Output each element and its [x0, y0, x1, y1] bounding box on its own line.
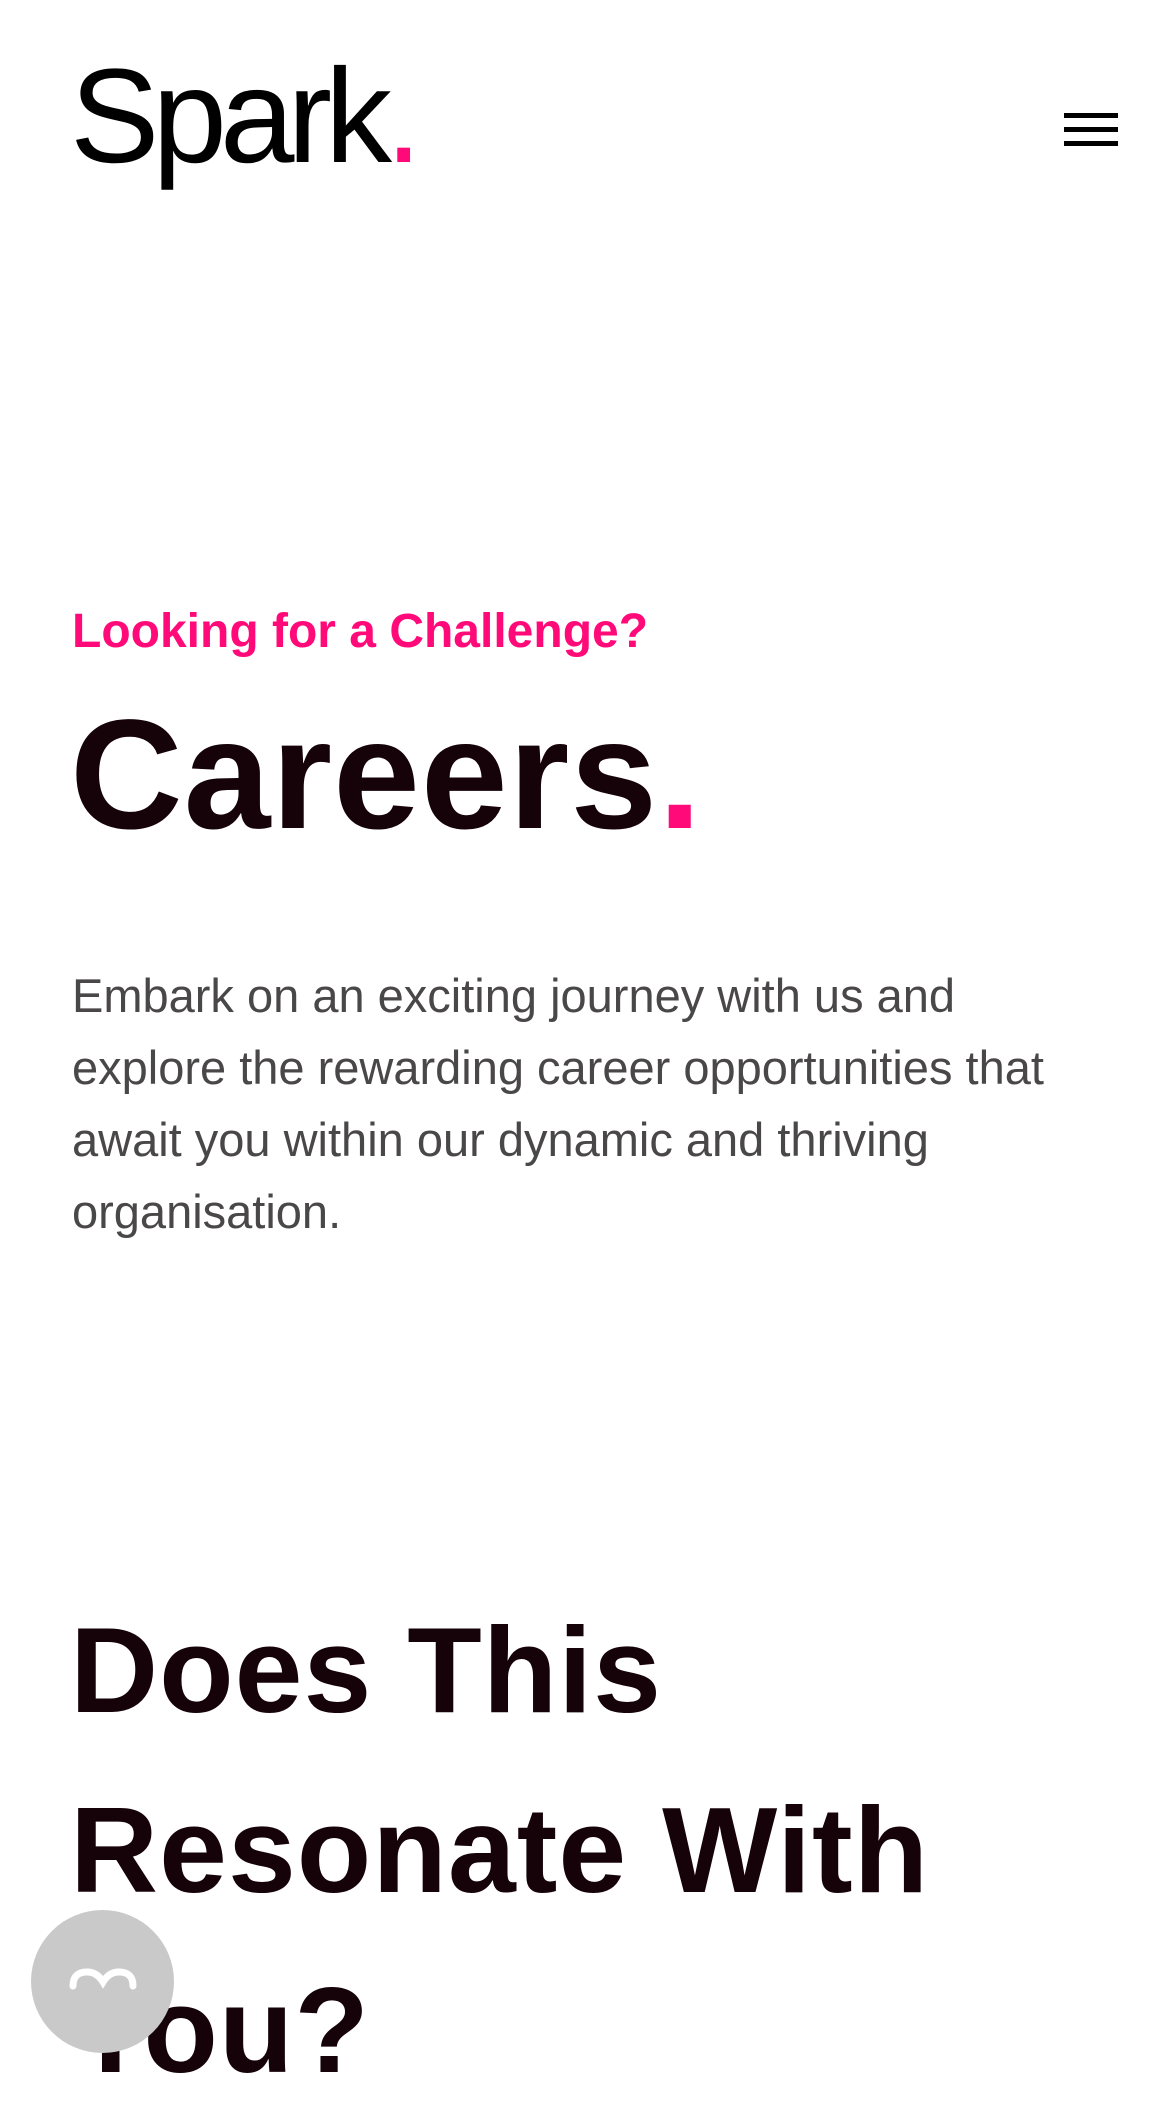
hero-intro: Embark on an exciting journey with us an… [72, 969, 1044, 1238]
hamburger-menu-icon[interactable] [1058, 108, 1118, 156]
menu-bar-middle [1064, 127, 1118, 132]
page-title-dot: . [658, 688, 703, 862]
page-title-text: Careers [70, 688, 659, 862]
logo-dot: . [385, 42, 423, 191]
accessibility-button[interactable] [31, 1910, 174, 2053]
menu-bar-top [1064, 113, 1118, 118]
logo-text: Spark [70, 42, 392, 191]
menu-bar-bottom [1064, 141, 1118, 146]
site-header: Spark. [0, 0, 1170, 220]
page-title: Careers. [70, 688, 703, 862]
hero-eyebrow: Looking for a Challenge? [72, 605, 649, 658]
section-title: Does This Resonate With You? [70, 1602, 930, 2098]
accessibility-icon [69, 1968, 137, 1990]
logo[interactable]: Spark. [70, 50, 422, 184]
